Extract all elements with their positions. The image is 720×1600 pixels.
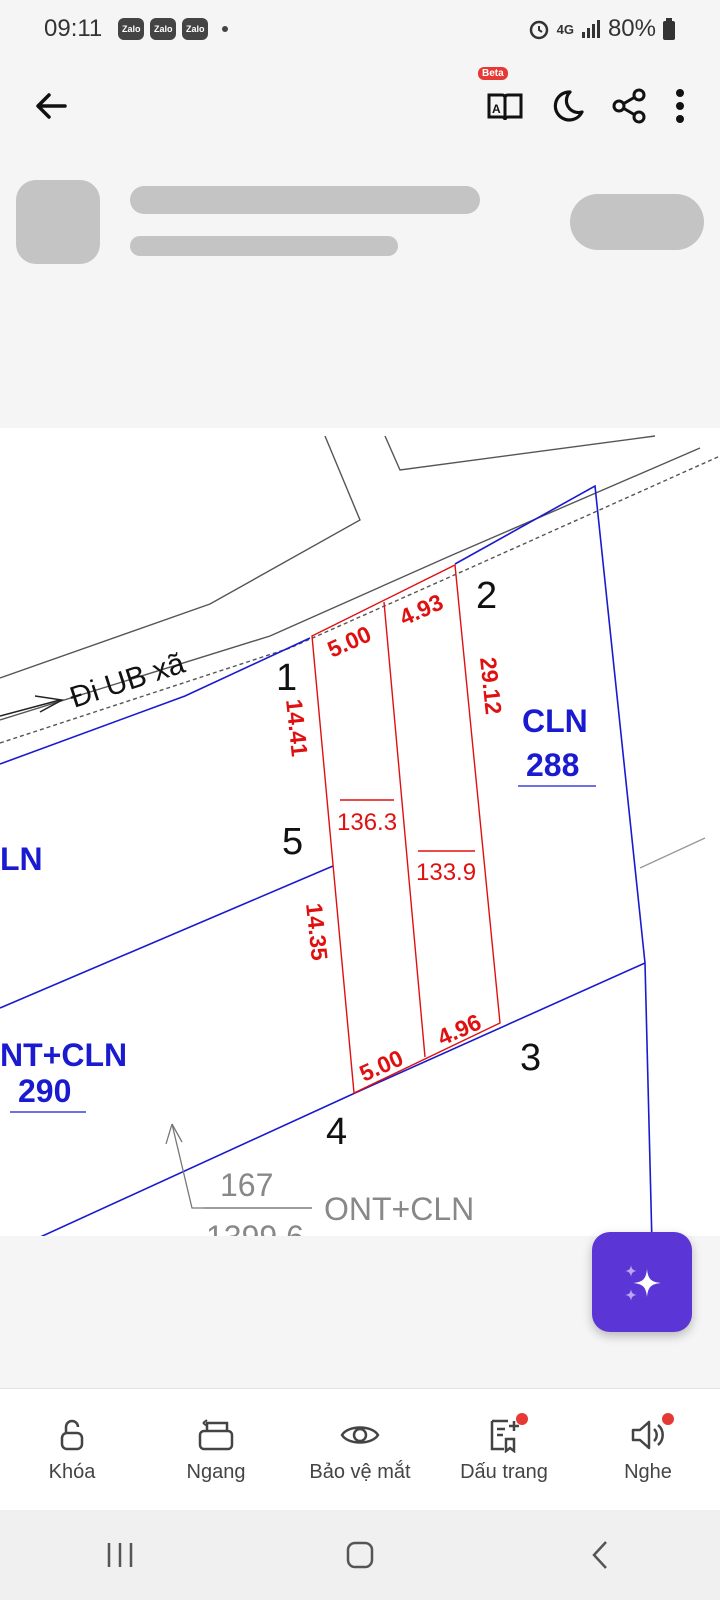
eye-protection-button[interactable]: Bảo vệ mắt [290, 1417, 430, 1484]
bookmark-notification-dot [516, 1412, 528, 1425]
more-button[interactable] [660, 75, 700, 137]
zalo-notif-icon: Zalo [182, 18, 209, 40]
ai-assistant-button[interactable] [592, 1232, 692, 1332]
arrow-left-icon [36, 93, 67, 119]
share-icon [612, 88, 646, 124]
more-vertical-icon [676, 89, 684, 123]
measure-area-left: 136.3 [337, 809, 397, 836]
road-label: Đi UB xã [66, 647, 189, 715]
status-bar: 09:11 Zalo Zalo Zalo 4G 80% [0, 0, 720, 58]
bottom-parcel-number: 167 [220, 1167, 273, 1203]
night-mode-button[interactable] [536, 75, 598, 137]
translate-button[interactable]: Beta A [474, 67, 536, 137]
measure-bottom-right: 4.96 [433, 1009, 484, 1051]
parcel-left-partial: LN [0, 841, 43, 877]
landscape-label: Ngang [186, 1460, 246, 1483]
svg-text:A: A [492, 102, 501, 116]
bottom-parcel-label: ONT+CLN [324, 1191, 474, 1227]
system-back-button[interactable] [540, 1520, 660, 1590]
parcel-ont-partial: NT+CLN [0, 1037, 127, 1073]
home-icon [346, 1541, 374, 1569]
rotate-landscape-icon [198, 1418, 234, 1450]
recent-apps-icon [107, 1543, 133, 1567]
measure-left-lower: 14.35 [301, 902, 333, 962]
measure-left-upper: 14.41 [281, 698, 313, 758]
moon-icon [553, 90, 584, 122]
battery-percent: 80% [607, 15, 656, 42]
home-button[interactable] [300, 1520, 420, 1590]
bookmark-button[interactable]: Dấu trang [434, 1412, 574, 1484]
lock-icon [60, 1419, 84, 1450]
loading-skeleton [0, 158, 720, 278]
sparkle-ai-icon [625, 1265, 661, 1301]
measure-area-right: 133.9 [416, 859, 476, 886]
signal-icon [581, 20, 600, 38]
bottom-parcel-annotation: 167 ONT+CLN 1399.6 [165, 1123, 474, 1236]
parcel-ont-number: 290 [18, 1073, 71, 1109]
translate-book-icon: A [487, 93, 523, 121]
listen-label: Nghe [624, 1460, 672, 1483]
point-4: 4 [326, 1111, 347, 1153]
listen-notification-dot [662, 1412, 674, 1425]
eye-icon [340, 1425, 380, 1444]
point-2: 2 [476, 575, 497, 617]
battery-icon [663, 18, 675, 40]
lock-label: Khóa [48, 1460, 96, 1483]
bookmark-label: Dấu trang [460, 1460, 548, 1483]
back-button[interactable] [20, 75, 82, 137]
skeleton-avatar [16, 180, 100, 264]
skeleton-button [570, 194, 704, 250]
parcel-cln-label: CLN [522, 703, 588, 739]
bottom-parcel-area: 1399.6 [206, 1219, 304, 1236]
land-plot-map-image[interactable]: Đi UB xã 5.00 4.93 14.41 14.35 29.12 136… [0, 428, 720, 1236]
system-navigation-bar [0, 1510, 720, 1600]
recent-apps-button[interactable] [60, 1520, 180, 1590]
top-toolbar: Beta A [0, 58, 720, 154]
eye-protection-label: Bảo vệ mắt [309, 1460, 411, 1483]
status-left: 09:11 Zalo Zalo Zalo [44, 15, 229, 43]
back-chevron-icon [592, 1541, 607, 1569]
parcel-labels: CLN 288 LN NT+CLN 290 [0, 703, 588, 1109]
more-notifs-dot [222, 26, 229, 32]
landscape-button[interactable]: Ngang [146, 1417, 286, 1484]
zalo-notif-icon: Zalo [118, 18, 145, 40]
parcel-cln-number: 288 [526, 747, 579, 783]
point-5: 5 [282, 821, 303, 863]
point-1: 1 [276, 657, 297, 699]
lock-button[interactable]: Khóa [2, 1417, 142, 1484]
status-time: 09:11 [44, 15, 103, 42]
alarm-icon [529, 20, 548, 40]
skeleton-line [130, 236, 398, 256]
speaker-icon [631, 1420, 664, 1449]
bottom-action-bar: Khóa Ngang Bảo vệ mắt Dấu trang Nghe [0, 1388, 720, 1511]
listen-button[interactable]: Nghe [578, 1412, 718, 1484]
land-plot-map: Đi UB xã 5.00 4.93 14.41 14.35 29.12 136… [0, 435, 720, 1236]
measure-top-right: 4.93 [395, 589, 446, 631]
measure-right-side: 29.12 [475, 656, 507, 716]
skeleton-line [130, 186, 480, 214]
share-button[interactable] [598, 75, 660, 137]
zalo-notif-icon: Zalo [150, 18, 177, 40]
road-direction-arrow [0, 695, 65, 717]
status-right: 4G 80% [527, 15, 676, 43]
beta-badge: Beta [478, 67, 508, 80]
network-type: 4G [556, 21, 574, 37]
point-3: 3 [520, 1037, 541, 1079]
